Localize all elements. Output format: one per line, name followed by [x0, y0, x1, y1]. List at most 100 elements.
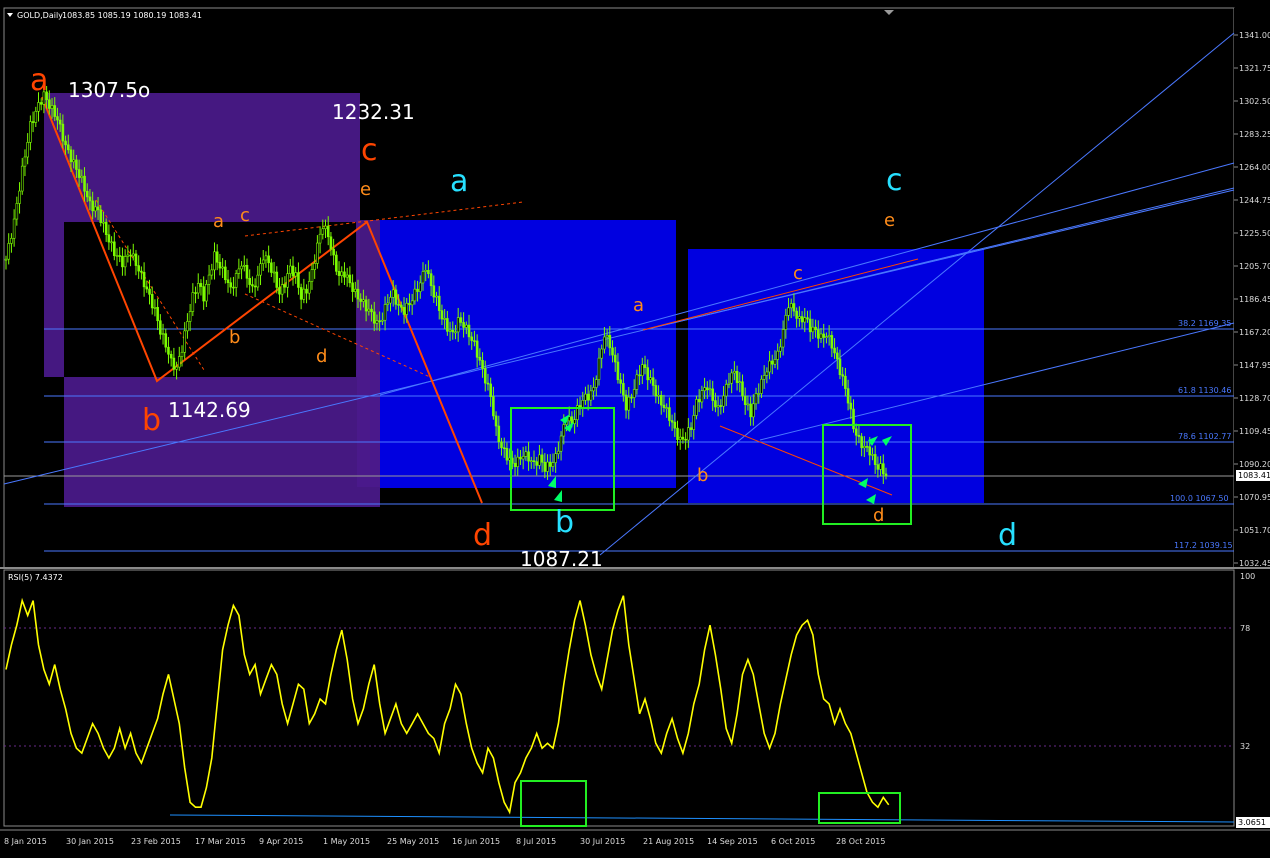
candle-body [670, 420, 674, 423]
candle-body [378, 320, 381, 323]
candle-body [424, 269, 427, 272]
candle-body [773, 359, 777, 365]
candle-body [77, 169, 81, 178]
candle-body [286, 273, 289, 288]
wave-label-orange-e2: e [884, 210, 895, 231]
candle-body [570, 416, 574, 424]
candle-body [557, 450, 560, 454]
candle-body [446, 318, 449, 332]
candle-body [397, 304, 400, 306]
candle-body [635, 374, 639, 390]
candle-body [123, 256, 127, 268]
candle-body [332, 248, 335, 256]
candle-body [684, 438, 687, 441]
candle-body [435, 295, 438, 298]
candle-body [806, 317, 809, 320]
candle-body [854, 428, 858, 436]
candle-body [289, 265, 292, 274]
candle-body [251, 284, 254, 287]
date-tick-label: 25 May 2015 [387, 837, 439, 846]
date-tick-label: 1 May 2015 [323, 837, 370, 846]
candle-body [594, 379, 598, 388]
price-tick-label: 1128.70 [1239, 394, 1270, 403]
candle-body [789, 303, 793, 309]
candle-body [299, 287, 303, 300]
candle-body [733, 370, 736, 374]
candle-body [410, 300, 414, 306]
candle-body [234, 273, 238, 288]
candle-body [240, 265, 243, 270]
candle-body [624, 394, 628, 411]
candle-body [335, 254, 338, 272]
candle-body [844, 375, 847, 389]
date-tick-label: 8 Jul 2015 [516, 837, 556, 846]
candle-body [264, 255, 268, 261]
wave-label-cyan-a: a [450, 164, 468, 199]
candle-body [857, 434, 861, 437]
candle-body [416, 288, 419, 292]
candle-body [727, 382, 731, 385]
candle-body [88, 196, 92, 202]
candle-body [494, 415, 498, 427]
candle-body [26, 142, 29, 158]
date-tick-label: 21 Aug 2015 [643, 837, 694, 846]
candle-body [142, 271, 146, 288]
candle-body [659, 394, 663, 406]
candle-body [15, 203, 19, 220]
candle-body [131, 253, 135, 257]
window-menu-icon[interactable] [7, 13, 13, 17]
candle-body [817, 329, 820, 339]
candle-body [145, 286, 149, 290]
candle-body [559, 435, 563, 452]
candle-body [307, 281, 311, 294]
chart-canvas[interactable]: GOLD,Daily 1083.85 1085.19 1080.19 1083.… [0, 0, 1270, 854]
candle-body [205, 284, 208, 302]
candle-body [91, 200, 94, 212]
candle-body [134, 253, 138, 266]
candle-body [481, 359, 484, 369]
candle-body [188, 311, 192, 322]
candle-body [613, 354, 617, 363]
candle-body [760, 378, 763, 394]
candle-body [673, 421, 677, 429]
candle-body [681, 436, 685, 440]
wave-label-orange-a: a [213, 211, 224, 232]
candle-body [50, 105, 54, 109]
candle-body [267, 255, 270, 264]
rsi-value: 3.0651 [1238, 818, 1266, 827]
candle-body [440, 310, 444, 320]
corner-arrow-icon[interactable] [884, 10, 894, 15]
candle-body [381, 319, 384, 322]
wave-label-orange-e: e [360, 179, 371, 200]
candle-body [129, 254, 132, 257]
wave-label-cyan-b: b [555, 505, 574, 540]
candle-body [253, 285, 257, 288]
candle-body [865, 446, 869, 448]
candle-body [868, 446, 872, 456]
price-tick-label: 1283.25 [1239, 130, 1270, 139]
candle-body [10, 238, 13, 244]
candle-body [448, 329, 452, 332]
candle-body [375, 320, 379, 324]
date-tick-label: 30 Jan 2015 [66, 837, 114, 846]
candle-body [215, 251, 219, 263]
candle-body [608, 335, 612, 349]
candle-body [278, 287, 281, 295]
wave-label-orange-a2: a [633, 295, 644, 316]
candle-body [863, 446, 866, 449]
candle-body [822, 333, 826, 338]
candle-body [516, 456, 520, 467]
candle-body [611, 347, 614, 356]
candle-body [259, 263, 262, 276]
candle-body [695, 399, 698, 416]
candle-body [432, 285, 436, 298]
candle-body [743, 395, 747, 405]
candle-body [31, 121, 35, 123]
price-tick-label: 1147.95 [1239, 361, 1270, 370]
date-tick-label: 30 Jul 2015 [580, 837, 625, 846]
candle-body [270, 262, 273, 273]
candle-body [722, 395, 725, 407]
candle-body [605, 335, 609, 338]
candle-body [502, 447, 506, 450]
candle-body [521, 456, 525, 460]
